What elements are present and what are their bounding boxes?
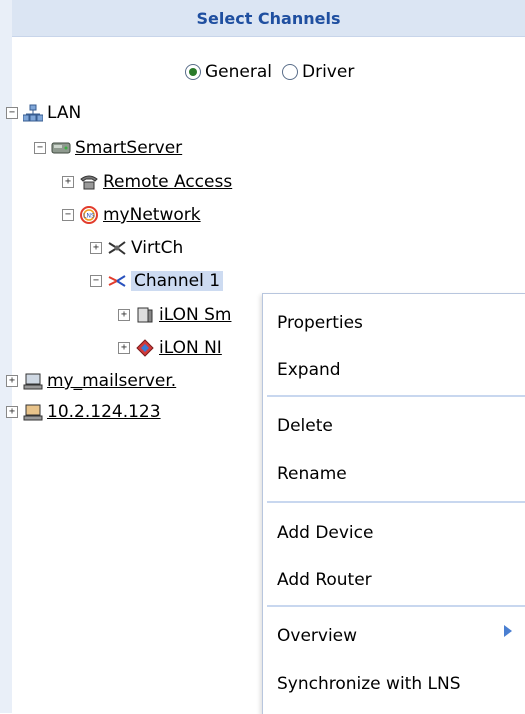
collapse-toggle[interactable]: − xyxy=(90,275,102,287)
tree-item-remote-access[interactable]: + Remote Access xyxy=(62,170,232,194)
server-icon xyxy=(51,139,71,157)
mode-selector: General Driver xyxy=(185,62,360,82)
channel-icon xyxy=(107,272,127,290)
panel-title: Select Channels xyxy=(196,8,341,28)
tree-item-mynetwork[interactable]: − LNS myNetwork xyxy=(62,203,201,227)
remote-computer-icon xyxy=(23,403,43,421)
driver-radio-label[interactable]: Driver xyxy=(302,62,354,82)
menu-item-synchronize[interactable]: Synchronize with LNS xyxy=(277,674,461,694)
tree-item-label: LAN xyxy=(47,103,82,123)
submenu-arrow-icon xyxy=(504,625,512,637)
tree-item-label[interactable]: SmartServer xyxy=(75,138,182,158)
menu-separator xyxy=(267,395,525,397)
network-icon xyxy=(22,104,44,122)
tree-item-label[interactable]: Remote Access xyxy=(103,172,232,192)
collapse-toggle[interactable]: − xyxy=(6,107,18,119)
virtual-channel-icon xyxy=(107,239,127,257)
menu-item-overview[interactable]: Overview xyxy=(277,626,357,646)
tree-item-label: VirtCh xyxy=(131,238,184,258)
tree-item-label[interactable]: my_mailserver. xyxy=(47,371,176,391)
menu-separator xyxy=(267,501,525,503)
tree-item-label[interactable]: iLON NI xyxy=(159,338,222,358)
tree-item-label[interactable]: myNetwork xyxy=(103,205,201,225)
menu-item-add-device[interactable]: Add Device xyxy=(277,523,373,543)
computer-icon xyxy=(23,372,43,390)
tree-item-smartserver[interactable]: − SmartServer xyxy=(34,136,182,160)
menu-item-rename[interactable]: Rename xyxy=(277,464,347,484)
expand-toggle[interactable]: + xyxy=(6,375,18,387)
tree-item-virtch[interactable]: + VirtCh xyxy=(90,236,183,260)
tree-item-ilon-sm[interactable]: + iLON Sm xyxy=(118,303,231,327)
router-icon xyxy=(135,339,155,357)
general-radio-label[interactable]: General xyxy=(205,62,272,82)
tree-item-mailserver[interactable]: + my_mailserver. xyxy=(6,369,176,393)
general-radio[interactable] xyxy=(185,64,201,80)
expand-toggle[interactable]: + xyxy=(6,406,18,418)
collapse-toggle[interactable]: − xyxy=(62,209,74,221)
lns-network-icon: LNS xyxy=(79,206,99,224)
panel-header: Select Channels xyxy=(12,0,525,37)
menu-item-properties[interactable]: Properties xyxy=(277,313,363,333)
expand-toggle[interactable]: + xyxy=(118,309,130,321)
menu-separator xyxy=(267,605,525,607)
device-icon xyxy=(135,306,155,324)
driver-radio[interactable] xyxy=(282,64,298,80)
expand-toggle[interactable]: + xyxy=(90,242,102,254)
svg-text:LNS: LNS xyxy=(83,213,95,220)
menu-item-delete[interactable]: Delete xyxy=(277,416,333,436)
tree-item-label-selected[interactable]: Channel 1 xyxy=(131,271,224,291)
tree-item-lan[interactable]: − LAN xyxy=(6,101,81,125)
expand-toggle[interactable]: + xyxy=(62,176,74,188)
tree-item-label[interactable]: 10.2.124.123 xyxy=(47,402,161,422)
tree-item-channel-1[interactable]: − Channel 1 xyxy=(90,269,224,293)
menu-item-expand[interactable]: Expand xyxy=(277,360,341,380)
tree-item-ip-host[interactable]: + 10.2.124.123 xyxy=(6,400,161,424)
collapse-toggle[interactable]: − xyxy=(34,142,46,154)
menu-item-add-router[interactable]: Add Router xyxy=(277,570,372,590)
tree-item-ilon-ni[interactable]: + iLON NI xyxy=(118,336,222,360)
telephone-icon xyxy=(79,173,99,191)
tree-item-label[interactable]: iLON Sm xyxy=(159,305,231,325)
context-menu: Properties Expand Delete Rename Add Devi… xyxy=(262,293,525,714)
expand-toggle[interactable]: + xyxy=(118,342,130,354)
